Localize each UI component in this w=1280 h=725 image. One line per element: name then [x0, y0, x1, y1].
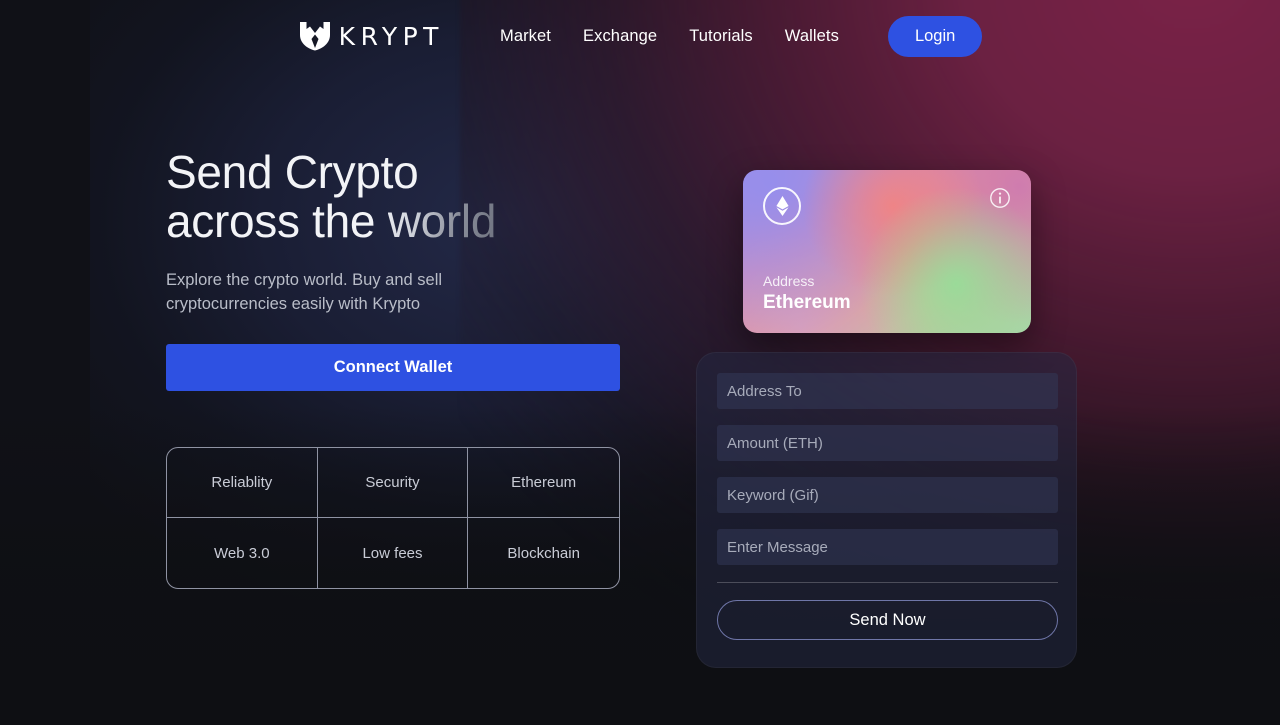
feature-cell-reliablity[interactable]: Reliablity: [167, 448, 318, 519]
hero-section: Send Crypto across the world Explore the…: [166, 148, 636, 590]
info-icon[interactable]: [989, 187, 1011, 209]
keyword-gif-input[interactable]: [717, 477, 1058, 513]
page-root: KRYPT Market Exchange Tutorials Wallets …: [0, 0, 1280, 725]
hero-subtitle: Explore the crypto world. Buy and sell c…: [166, 268, 456, 317]
ethereum-card[interactable]: Address Ethereum: [743, 170, 1031, 333]
navbar: KRYPT Market Exchange Tutorials Wallets …: [0, 0, 1280, 72]
eth-address-label: Address: [763, 273, 815, 289]
feature-cell-lowfees[interactable]: Low fees: [318, 518, 469, 589]
transfer-form-panel: Send Now: [696, 352, 1077, 668]
amount-input[interactable]: [717, 425, 1058, 461]
feature-cell-blockchain[interactable]: Blockchain: [468, 518, 619, 588]
hero-subtitle-line2: cryptocurrencies easily with Krypto: [166, 294, 421, 313]
feature-label: Blockchain: [507, 544, 580, 562]
nav-link-wallets[interactable]: Wallets: [769, 27, 855, 46]
address-to-input[interactable]: [717, 373, 1058, 409]
krypt-shield-logo-icon: [299, 22, 330, 51]
eth-card-header: [763, 187, 1011, 225]
feature-label: Low fees: [362, 544, 423, 562]
eth-network-name: Ethereum: [763, 292, 851, 313]
message-input[interactable]: [717, 529, 1058, 565]
hero-title-accent: world: [387, 194, 497, 247]
feature-cell-web30[interactable]: Web 3.0: [167, 518, 318, 589]
feature-label: Web 3.0: [214, 544, 270, 562]
form-divider: [717, 582, 1058, 583]
connect-wallet-button[interactable]: Connect Wallet: [166, 344, 620, 392]
feature-label: Security: [365, 474, 420, 492]
nav-link-exchange[interactable]: Exchange: [567, 27, 673, 46]
page-title: Send Crypto across the world: [166, 148, 636, 246]
feature-grid: Reliablity Security Ethereum Web 3.0 Low…: [166, 447, 620, 590]
hero-subtitle-line1: Explore the crypto world. Buy and sell: [166, 270, 443, 289]
hero-title-line1: Send Crypto: [166, 146, 419, 198]
nav-links: Market Exchange Tutorials Wallets: [484, 27, 855, 46]
nav-link-tutorials[interactable]: Tutorials: [673, 27, 769, 46]
brand-name: KRYPT: [338, 21, 444, 51]
send-now-button[interactable]: Send Now: [717, 600, 1058, 640]
brand-logo[interactable]: KRYPT: [298, 21, 444, 51]
feature-cell-security[interactable]: Security: [317, 448, 469, 519]
hero-title-line2: across the: [166, 194, 388, 247]
feature-label: Ethereum: [511, 474, 577, 492]
nav-link-market[interactable]: Market: [484, 27, 567, 46]
feature-cell-ethereum[interactable]: Ethereum: [468, 448, 619, 519]
eth-card-footer: Address Ethereum: [763, 273, 1011, 314]
ethereum-diamond-icon: [775, 196, 789, 216]
login-button[interactable]: Login: [887, 15, 983, 57]
ethereum-icon: [763, 187, 801, 225]
feature-label: Reliablity: [211, 474, 273, 492]
